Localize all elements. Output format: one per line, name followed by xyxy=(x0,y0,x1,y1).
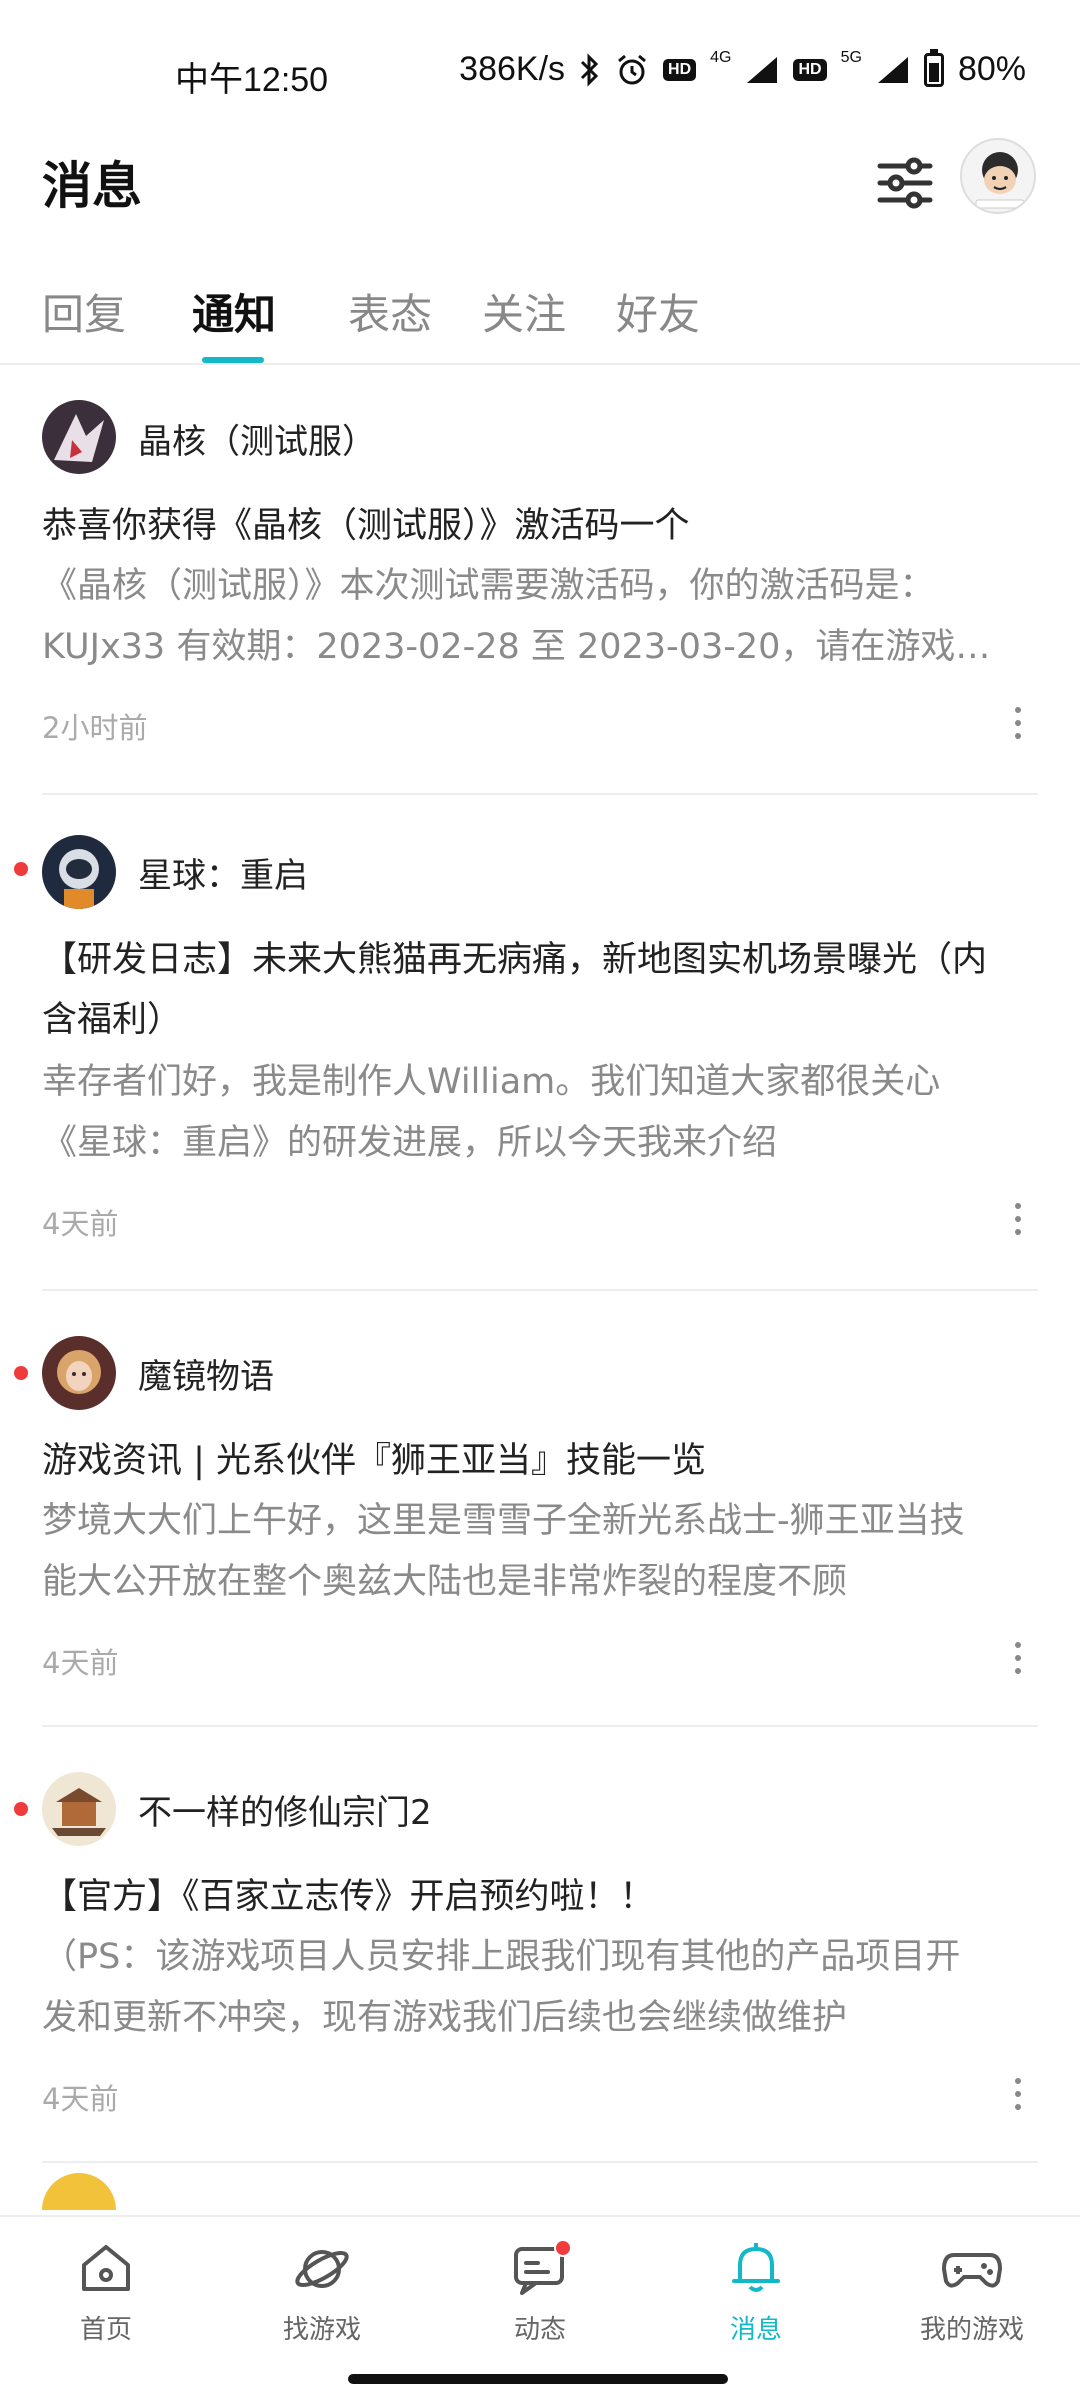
nav-label: 我的游戏 xyxy=(919,2315,1024,2345)
notice-title: 【官方】《百家立志传》开启预约啦！！ xyxy=(42,1877,655,1917)
signal-icon-2 xyxy=(876,55,910,85)
notice-time: 4天前 xyxy=(42,2082,119,2116)
bluetooth-icon xyxy=(579,52,601,87)
notice-time: 4天前 xyxy=(42,1646,119,1680)
more-options-button[interactable] xyxy=(998,698,1038,748)
page-title: 消息 xyxy=(42,157,142,215)
nav-feed[interactable]: 动态 xyxy=(450,2235,630,2346)
nav-my-games[interactable]: 我的游戏 xyxy=(882,2235,1062,2346)
tab-friends[interactable]: 好友 xyxy=(616,281,700,342)
new-activity-badge xyxy=(554,2239,572,2257)
unread-dot xyxy=(14,1366,28,1380)
list-item[interactable]: 魔镜物语 游戏资讯 | 光系伙伴『狮王亚当』技能一览 梦境大大们上午好，这里是雪… xyxy=(0,1291,1080,1727)
unread-dot xyxy=(14,862,28,876)
notice-title-line: 含福利） xyxy=(42,1000,183,1040)
nav-find-games[interactable]: 找游戏 xyxy=(232,2235,412,2346)
tab-notice[interactable]: 通知 xyxy=(192,281,276,342)
home-indicator[interactable] xyxy=(348,2374,728,2384)
game-name[interactable]: 晶核（测试服） xyxy=(138,414,376,463)
status-icons: 386K/s HD 4G HD 5G 80% xyxy=(459,48,1026,89)
notice-body-line: KUJx33 有效期：2023-02-28 至 2023-03-20，请在游戏… xyxy=(42,627,991,667)
notice-time: 2小时前 xyxy=(42,711,148,745)
game-avatar[interactable] xyxy=(42,2173,116,2210)
notice-body-line: 《晶核（测试服）》本次测试需要激活码，你的激活码是： xyxy=(42,566,935,606)
tab-follow[interactable]: 关注 xyxy=(482,281,566,342)
nav-messages[interactable]: 消息 xyxy=(666,2235,846,2346)
list-item[interactable]: 不一样的修仙宗门2 【官方】《百家立志传》开启预约啦！！ （PS：该游戏项目人员… xyxy=(0,1727,1080,2163)
tab-reactions[interactable]: 表态 xyxy=(348,281,432,342)
game-name[interactable]: 星球：重启 xyxy=(138,848,308,897)
nav-label: 首页 xyxy=(79,2315,132,2345)
notice-title: 游戏资讯 | 光系伙伴『狮王亚当』技能一览 xyxy=(42,1441,707,1481)
game-avatar[interactable] xyxy=(42,1336,116,1410)
chat-icon xyxy=(508,2235,572,2299)
home-icon xyxy=(74,2235,138,2299)
alarm-icon xyxy=(615,53,649,87)
network-5g-label: 5G xyxy=(840,48,862,66)
active-tab-indicator xyxy=(202,357,264,363)
notice-body-line: 幸存者们好，我是制作人William。我们知道大家都很关心 xyxy=(42,1062,941,1102)
page-header: 消息 xyxy=(0,130,1080,240)
game-name[interactable]: 不一样的修仙宗门2 xyxy=(138,1785,432,1834)
gamepad-icon xyxy=(940,2235,1004,2299)
notice-body-line: 能大公开放在整个奥兹大陆也是非常炸裂的程度不顾 xyxy=(42,1562,848,1602)
signal-icon xyxy=(745,55,779,85)
nav-label: 动态 xyxy=(513,2315,566,2345)
more-options-button[interactable] xyxy=(998,2069,1038,2119)
status-time: 中午12:50 xyxy=(175,61,329,99)
nav-label: 找游戏 xyxy=(282,2315,361,2345)
notice-body-line: （PS：该游戏项目人员安排上跟我们现有其他的产品项目开 xyxy=(42,1937,961,1977)
network-4g-label: 4G xyxy=(710,48,732,66)
notice-body-line: 《星球：重启》的研发进展，所以今天我来介绍 xyxy=(42,1123,778,1163)
message-tabs: 回复 通知 表态 关注 好友 xyxy=(0,265,1080,365)
bell-icon xyxy=(724,2235,788,2299)
more-options-button[interactable] xyxy=(998,1194,1038,1244)
nav-home[interactable]: 首页 xyxy=(16,2235,196,2346)
planet-icon xyxy=(290,2235,354,2299)
game-avatar[interactable] xyxy=(42,835,116,909)
notice-list: 晶核（测试服） 恭喜你获得《晶核（测试服）》激活码一个 《晶核（测试服）》本次测… xyxy=(0,370,1080,2210)
game-avatar[interactable] xyxy=(42,400,116,474)
list-item[interactable]: 星球：重启 【研发日志】未来大熊猫再无病痛，新地图实机场景曝光（内 含福利） 幸… xyxy=(0,795,1080,1291)
notice-title: 【研发日志】未来大熊猫再无病痛，新地图实机场景曝光（内 xyxy=(42,940,988,980)
list-item[interactable]: 晶核（测试服） 恭喜你获得《晶核（测试服）》激活码一个 《晶核（测试服）》本次测… xyxy=(0,370,1080,795)
more-options-button[interactable] xyxy=(998,1633,1038,1683)
user-avatar[interactable] xyxy=(960,138,1036,214)
notice-time: 4天前 xyxy=(42,1207,119,1241)
status-bar: 中午12:50 386K/s HD 4G HD 5G 80% xyxy=(0,0,1080,150)
filter-button[interactable] xyxy=(870,148,940,218)
battery-percent: 80% xyxy=(957,50,1026,88)
notice-body-line: 梦境大大们上午好，这里是雪雪子全新光系战士-狮王亚当技 xyxy=(42,1501,965,1541)
game-avatar[interactable] xyxy=(42,1772,116,1846)
battery-icon xyxy=(923,48,944,87)
hd-badge: HD xyxy=(663,58,697,81)
notice-body-line: 发和更新不冲突，现有游戏我们后续也会继续做维护 xyxy=(42,1998,848,2038)
hd-badge-2: HD xyxy=(793,58,827,81)
list-item-partial[interactable] xyxy=(0,2163,1080,2210)
tab-reply[interactable]: 回复 xyxy=(42,281,126,342)
nav-label: 消息 xyxy=(729,2315,782,2345)
bottom-nav: 首页 找游戏 动态 消息 我的游戏 xyxy=(0,2215,1080,2365)
notice-title: 恭喜你获得《晶核（测试服）》激活码一个 xyxy=(42,506,690,546)
game-name[interactable]: 魔镜物语 xyxy=(138,1349,274,1398)
unread-dot xyxy=(14,1802,28,1816)
sliders-icon xyxy=(877,157,933,209)
network-speed: 386K/s xyxy=(459,50,566,88)
